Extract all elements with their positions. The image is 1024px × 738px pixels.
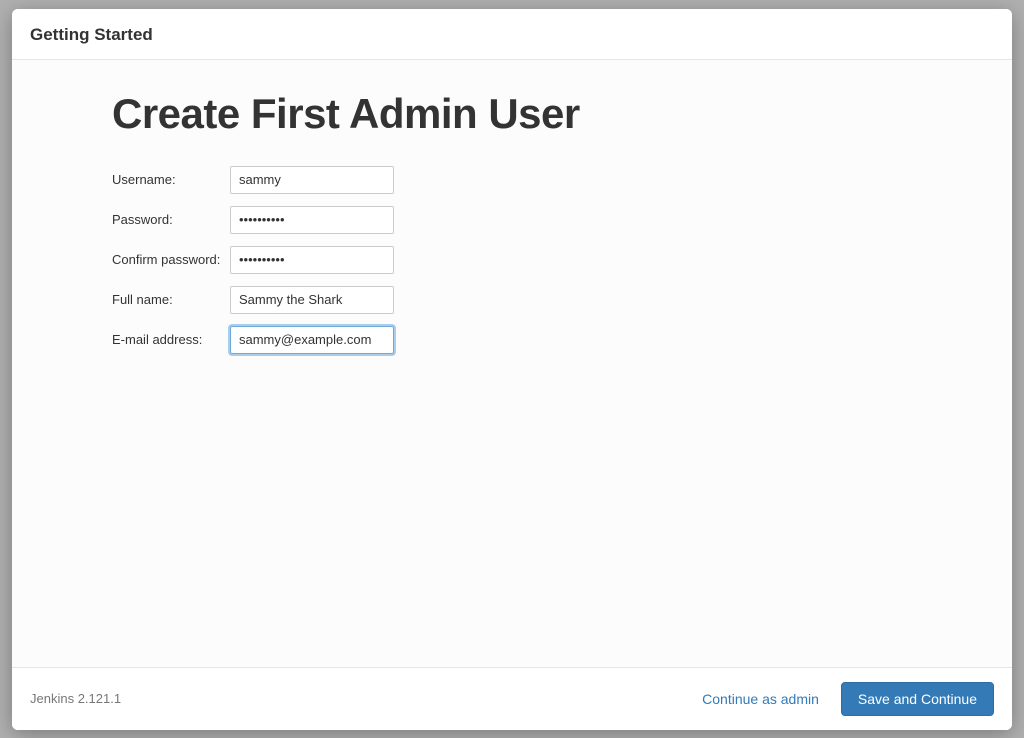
- password-input[interactable]: [230, 206, 394, 234]
- form-row-username: Username:: [112, 166, 972, 194]
- confirm-password-label: Confirm password:: [112, 252, 230, 267]
- username-input[interactable]: [230, 166, 394, 194]
- footer-actions: Continue as admin Save and Continue: [698, 682, 994, 716]
- save-and-continue-button[interactable]: Save and Continue: [841, 682, 994, 716]
- modal-header-title: Getting Started: [30, 25, 994, 45]
- username-label: Username:: [112, 172, 230, 187]
- email-input[interactable]: [230, 326, 394, 354]
- confirm-password-input[interactable]: [230, 246, 394, 274]
- password-label: Password:: [112, 212, 230, 227]
- continue-as-admin-button[interactable]: Continue as admin: [698, 685, 823, 713]
- fullname-label: Full name:: [112, 292, 230, 307]
- form-row-fullname: Full name:: [112, 286, 972, 314]
- modal-footer: Jenkins 2.121.1 Continue as admin Save a…: [12, 667, 1012, 730]
- email-label: E-mail address:: [112, 332, 230, 347]
- form-row-password: Password:: [112, 206, 972, 234]
- page-title: Create First Admin User: [112, 90, 972, 138]
- fullname-input[interactable]: [230, 286, 394, 314]
- content-inner: Create First Admin User Username: Passwo…: [12, 90, 1012, 354]
- setup-wizard-modal: Getting Started Create First Admin User …: [12, 9, 1012, 730]
- modal-body: Create First Admin User Username: Passwo…: [12, 60, 1012, 667]
- form-row-email: E-mail address:: [112, 326, 972, 354]
- form-row-confirm-password: Confirm password:: [112, 246, 972, 274]
- modal-header: Getting Started: [12, 9, 1012, 60]
- version-text: Jenkins 2.121.1: [30, 691, 121, 706]
